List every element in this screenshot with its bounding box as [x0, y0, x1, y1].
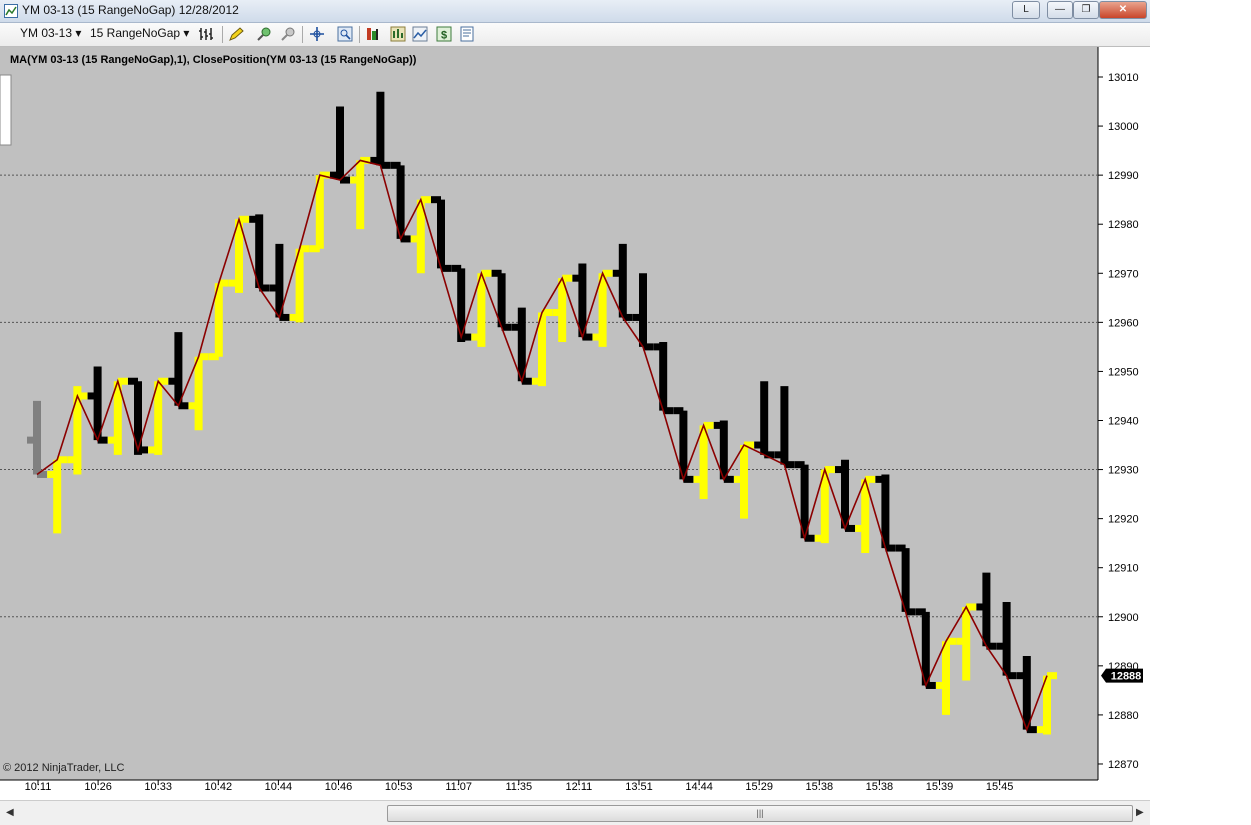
time-tick-label: 11:07 — [445, 781, 472, 793]
toolbar-separator — [302, 26, 303, 43]
toolbar-separator — [359, 26, 360, 43]
time-tick-label: 15:45 — [986, 781, 1014, 793]
scrollbar-thumb[interactable]: ||| — [387, 805, 1133, 822]
price-chart[interactable]: 13010 13000 12990 12980 12970 12960 12950 12940… — [0, 47, 1150, 800]
time-tick-label: 10:11 — [25, 781, 52, 793]
indicators-icon[interactable] — [366, 26, 382, 42]
scroll-left-icon[interactable]: ◀ — [6, 807, 14, 818]
price-tick-label: 12980 — [1108, 219, 1139, 231]
title-bar: YM 03-13 (15 RangeNoGap) 12/28/2012 L — … — [0, 0, 1150, 23]
period-selector[interactable]: 15 RangeNoGap ▾ — [90, 26, 189, 40]
window-title: YM 03-13 (15 RangeNoGap) 12/28/2012 — [22, 3, 239, 17]
time-tick-label: 10:26 — [84, 781, 112, 793]
price-tick-label: 12920 — [1108, 514, 1139, 526]
time-tick-label: 13:51 — [625, 781, 653, 793]
close-button[interactable]: ✕ — [1099, 1, 1147, 19]
strategies-icon[interactable] — [390, 26, 406, 42]
time-tick-label: 14:44 — [685, 781, 713, 793]
price-tick-label: 12940 — [1108, 415, 1139, 427]
price-tick-label: 12950 — [1108, 366, 1139, 378]
magnify-icon[interactable] — [337, 26, 353, 42]
scroll-right-icon[interactable]: ▶ — [1136, 807, 1144, 818]
time-tick-label: 10:42 — [205, 781, 233, 793]
price-tick-label: 12970 — [1108, 268, 1139, 280]
bar-type-icon[interactable] — [198, 26, 214, 42]
dollar-icon[interactable]: $ — [436, 26, 452, 42]
chart-toolbar: YM 03-13 ▾ 15 RangeNoGap ▾ $ — [0, 23, 1150, 47]
svg-text:$: $ — [441, 30, 447, 42]
zoom-in-icon[interactable] — [256, 26, 272, 42]
account-label-button[interactable]: L — [1012, 1, 1040, 19]
zoom-out-icon[interactable] — [280, 26, 296, 42]
desktop-background — [1150, 0, 1251, 824]
price-tick-label: 12960 — [1108, 317, 1139, 329]
horizontal-scrollbar[interactable]: ◀ ||| ▶ — [0, 800, 1150, 825]
time-tick-label: 11:35 — [505, 781, 532, 793]
crosshair-icon[interactable] — [309, 26, 325, 42]
instrument-selector[interactable]: YM 03-13 ▾ — [20, 26, 81, 40]
price-tick-label: 13000 — [1108, 121, 1139, 133]
price-tick-label: 12880 — [1108, 710, 1139, 722]
properties-icon[interactable] — [459, 26, 475, 42]
indicator-label: MA(YM 03-13 (15 RangeNoGap),1), ClosePos… — [10, 54, 417, 66]
collapsed-side-panel[interactable] — [0, 74, 12, 146]
time-tick-label: 10:53 — [385, 781, 413, 793]
time-tick-label: 15:38 — [806, 781, 834, 793]
time-tick-label: 15:38 — [866, 781, 894, 793]
last-price-label: 12888 — [1111, 671, 1142, 683]
time-tick-label: 12:11 — [566, 781, 593, 793]
time-tick-label: 10:33 — [144, 781, 172, 793]
price-tick-label: 12900 — [1108, 612, 1139, 624]
last-price-marker: 12888 — [1101, 668, 1143, 683]
time-tick-label: 10:46 — [325, 781, 353, 793]
price-tick-label: 12910 — [1108, 563, 1139, 575]
price-tick-label: 12930 — [1108, 465, 1139, 477]
price-tick-label: 13010 — [1108, 72, 1139, 84]
toolbar-separator — [222, 26, 223, 43]
price-tick-label: 12990 — [1108, 170, 1139, 182]
time-tick-label: 10:44 — [265, 781, 293, 793]
minimize-button[interactable]: — — [1047, 1, 1073, 19]
time-tick-label: 15:39 — [926, 781, 954, 793]
price-tick-label: 12870 — [1108, 759, 1139, 771]
draw-pencil-icon[interactable] — [228, 26, 244, 42]
restore-button[interactable]: ❐ — [1073, 1, 1099, 19]
chart-app-icon — [4, 4, 18, 18]
copyright-label: © 2012 NinjaTrader, LLC — [3, 762, 124, 774]
chart-trader-icon[interactable] — [412, 26, 428, 42]
time-tick-label: 15:29 — [745, 781, 773, 793]
